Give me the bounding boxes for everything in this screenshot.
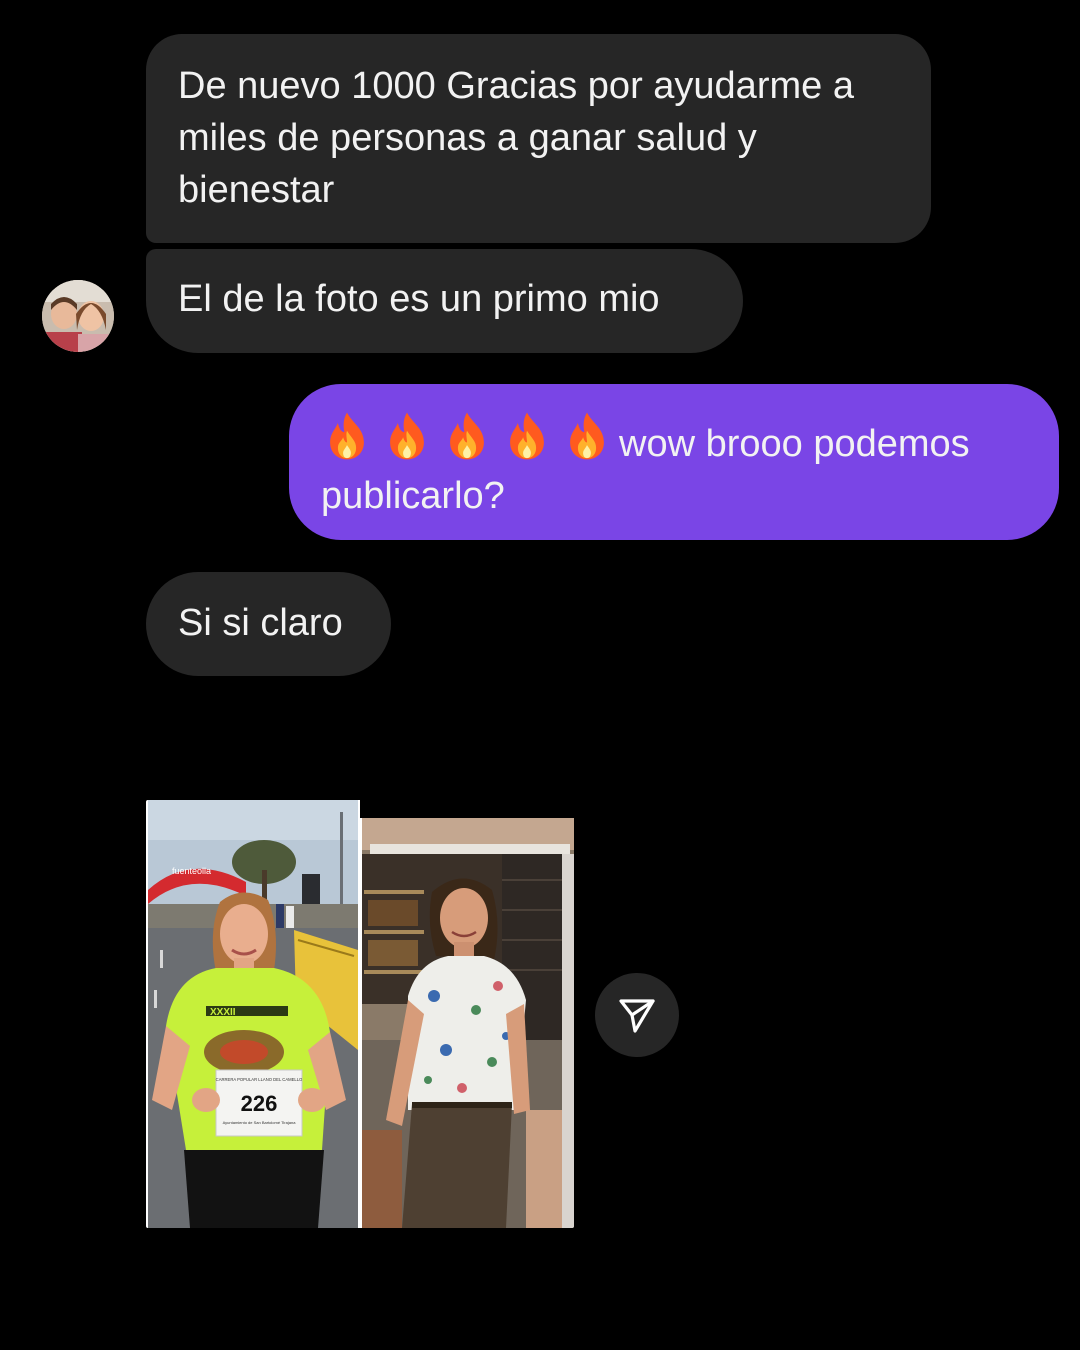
share-button[interactable] [595,973,679,1057]
message-bubble-incoming[interactable]: Si si claro [146,572,391,676]
bib-caption-top: CARRERA POPULAR LLANO DEL CAMELLO [216,1077,303,1082]
avatar-image [42,280,114,352]
fire-icon [330,412,364,460]
before-after-image: fuenteolla XXXII CARRERA POPULAR LLANO D… [146,800,574,1228]
message-bubble-incoming[interactable]: De nuevo 1000 Gracias por ayudarme a mil… [146,34,931,243]
fire-icon [510,412,544,460]
message-text: El de la foto es un primo mio [178,278,660,320]
message-text: De nuevo 1000 Gracias por ayudarme a mil… [178,65,854,211]
bib-caption-bottom: Ayuntamiento de San Bartolomé Tirajana [223,1120,297,1125]
fire-icon [390,412,424,460]
message-bubble-outgoing[interactable]: wow brooo podemos publicarlo? [289,384,1059,540]
arch-label: fuenteolla [172,866,211,876]
shirt-print: XXXII [210,1007,236,1018]
message-text: Si si claro [178,602,343,644]
message-bubble-incoming[interactable]: El de la foto es un primo mio [146,249,743,353]
fire-icon [450,412,484,460]
shared-photo[interactable]: fuenteolla XXXII CARRERA POPULAR LLANO D… [146,800,574,1228]
avatar[interactable] [42,280,114,352]
bib-number: 226 [241,1091,278,1116]
paper-plane-icon [619,999,655,1033]
fire-icon [570,412,604,460]
fire-emoji-row [321,410,613,462]
